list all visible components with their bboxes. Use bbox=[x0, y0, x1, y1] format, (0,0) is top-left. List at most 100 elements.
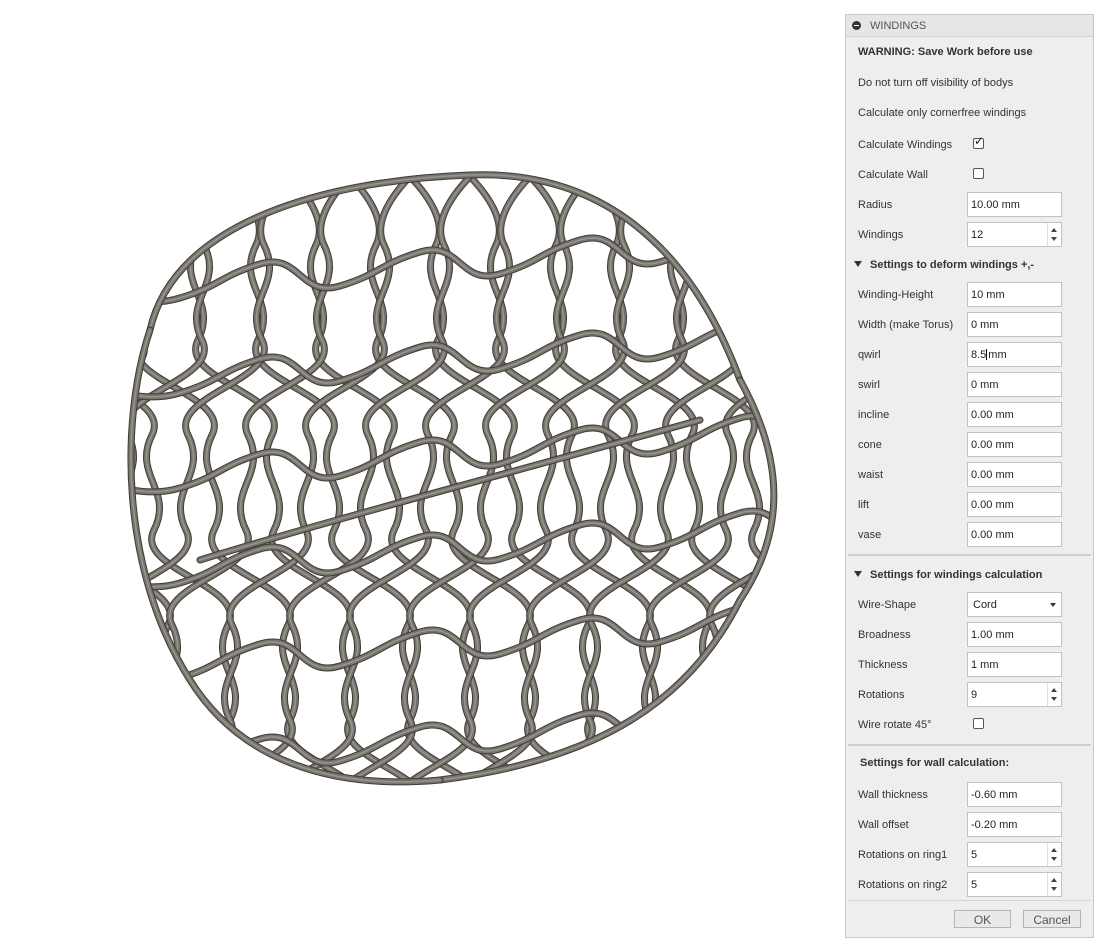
spin-down-icon[interactable] bbox=[1051, 697, 1057, 701]
calc-windings-checkbox[interactable]: ✓ bbox=[973, 134, 984, 149]
model-viewport[interactable] bbox=[0, 0, 840, 946]
calc-section-header[interactable]: Settings for windings calculation bbox=[854, 569, 1042, 581]
windings-stepper[interactable]: 12 bbox=[967, 222, 1062, 247]
rot-ring1-stepper[interactable]: 5 bbox=[967, 842, 1062, 867]
rot-ring1-value: 5 bbox=[971, 849, 978, 861]
incline-value: 0.00 mm bbox=[971, 409, 1014, 421]
deform-section-title: Settings to deform windings +,- bbox=[870, 259, 1035, 271]
winding-height-value: 10 mm bbox=[971, 289, 1005, 301]
wire-strand bbox=[0, 150, 80, 815]
calc-wall-checkbox[interactable] bbox=[973, 168, 984, 179]
spin-up-icon[interactable] bbox=[1051, 688, 1057, 692]
wire-strand bbox=[130, 174, 383, 782]
wire-strand bbox=[0, 150, 80, 815]
wire-band bbox=[130, 700, 774, 778]
radius-input[interactable]: 10.00 mm bbox=[967, 192, 1062, 217]
cancel-button[interactable]: Cancel bbox=[1023, 910, 1081, 928]
rot-ring2-label: Rotations on ring2 bbox=[858, 879, 948, 891]
wire-strand bbox=[130, 174, 381, 782]
rot-ring1-spinner[interactable] bbox=[1047, 843, 1061, 866]
incline-input[interactable]: 0.00 mm bbox=[967, 402, 1062, 427]
wire-strand bbox=[130, 174, 190, 782]
spin-up-icon[interactable] bbox=[1051, 228, 1057, 232]
rot-ring2-value: 5 bbox=[971, 879, 978, 891]
wire-strand bbox=[0, 150, 126, 815]
calc-section-title: Settings for windings calculation bbox=[870, 569, 1043, 581]
note-visibility: Do not turn off visibility of bodys bbox=[858, 77, 1014, 89]
deform-section-header[interactable]: Settings to deform windings +,- bbox=[854, 259, 1034, 271]
wire-strand bbox=[130, 174, 321, 782]
rotations-spinner[interactable] bbox=[1047, 683, 1061, 706]
winding-height-label: Winding-Height bbox=[858, 289, 934, 301]
wire-strand bbox=[0, 150, 20, 815]
radius-value: 10.00 mm bbox=[971, 199, 1020, 211]
wall-offset-label: Wall offset bbox=[858, 819, 909, 831]
wall-thickness-label: Wall thickness bbox=[858, 789, 928, 801]
calc-wall-label: Calculate Wall bbox=[858, 169, 928, 181]
windings-dialog: WINDINGS WARNING: Save Work before use D… bbox=[845, 14, 1094, 938]
collapse-icon[interactable] bbox=[852, 21, 861, 30]
wall-offset-input[interactable]: -0.20 mm bbox=[967, 812, 1062, 837]
wire-strand bbox=[0, 150, 66, 815]
windings-spinner[interactable] bbox=[1047, 223, 1061, 246]
qwirl-value: 8.5 bbox=[971, 349, 987, 361]
checkmark-icon: ✓ bbox=[974, 134, 985, 148]
rotations-label: Rotations bbox=[858, 689, 905, 701]
wire-strand bbox=[0, 150, 126, 815]
wire-strand bbox=[130, 174, 324, 782]
cone-input[interactable]: 0.00 mm bbox=[967, 432, 1062, 457]
width-torus-input[interactable]: 0 mm bbox=[967, 312, 1062, 337]
wire-strand bbox=[130, 174, 384, 782]
broadness-input[interactable]: 1.00 mm bbox=[967, 622, 1062, 647]
wire-strand bbox=[0, 150, 20, 815]
wire-strand bbox=[130, 174, 204, 782]
vase-input[interactable]: 0.00 mm bbox=[967, 522, 1062, 547]
wall-offset-value: -0.20 mm bbox=[971, 819, 1018, 831]
cone-label: cone bbox=[858, 439, 882, 451]
incline-label: incline bbox=[858, 409, 890, 421]
wire-strand bbox=[130, 174, 141, 782]
windings-value: 12 bbox=[971, 229, 984, 241]
ok-button[interactable]: OK bbox=[954, 910, 1011, 928]
qwirl-label: qwirl bbox=[858, 349, 881, 361]
winding-height-input[interactable]: 10 mm bbox=[967, 282, 1062, 307]
wall-thickness-input[interactable]: -0.60 mm bbox=[967, 782, 1062, 807]
wall-thickness-value: -0.60 mm bbox=[971, 789, 1018, 801]
vase-label: vase bbox=[858, 529, 882, 541]
wire-shape-select[interactable]: Cord bbox=[967, 592, 1062, 617]
expand-triangle-icon bbox=[854, 261, 862, 267]
waist-input[interactable]: 0.00 mm bbox=[967, 462, 1062, 487]
broadness-value: 1.00 mm bbox=[971, 629, 1014, 641]
swirl-value: 0 mm bbox=[971, 379, 999, 391]
wire-strand bbox=[0, 150, 6, 815]
wire-strand bbox=[676, 174, 774, 782]
rotations-stepper[interactable]: 9 bbox=[967, 682, 1062, 707]
wire-strand bbox=[0, 150, 6, 815]
spin-down-icon[interactable] bbox=[1051, 887, 1057, 891]
spin-up-icon[interactable] bbox=[1051, 878, 1057, 882]
lift-input[interactable]: 0.00 mm bbox=[967, 492, 1062, 517]
wire-rotate-checkbox[interactable] bbox=[973, 718, 984, 729]
qwirl-input[interactable]: 8.5 mm bbox=[967, 342, 1062, 367]
wire-basket-model[interactable] bbox=[0, 0, 840, 946]
windings-label: Windings bbox=[858, 229, 904, 241]
radius-label: Radius bbox=[858, 199, 893, 211]
wire-strand bbox=[130, 174, 144, 782]
spin-up-icon[interactable] bbox=[1051, 848, 1057, 852]
thickness-input[interactable]: 1 mm bbox=[967, 652, 1062, 677]
vase-value: 0.00 mm bbox=[971, 529, 1014, 541]
spin-down-icon[interactable] bbox=[1051, 237, 1057, 241]
thickness-value: 1 mm bbox=[971, 659, 999, 671]
wire-strand bbox=[0, 150, 66, 815]
rot-ring2-spinner[interactable] bbox=[1047, 873, 1061, 896]
swirl-input[interactable]: 0 mm bbox=[967, 372, 1062, 397]
calc-windings-label: Calculate Windings bbox=[858, 139, 953, 151]
section-divider bbox=[848, 744, 1091, 746]
rot-ring2-stepper[interactable]: 5 bbox=[967, 872, 1062, 897]
rotations-value: 9 bbox=[971, 689, 978, 701]
wire-strand bbox=[130, 174, 189, 782]
wire-strand bbox=[130, 174, 323, 782]
width-torus-label: Width (make Torus) bbox=[858, 319, 954, 331]
wire-strand bbox=[0, 150, 126, 815]
spin-down-icon[interactable] bbox=[1051, 857, 1057, 861]
